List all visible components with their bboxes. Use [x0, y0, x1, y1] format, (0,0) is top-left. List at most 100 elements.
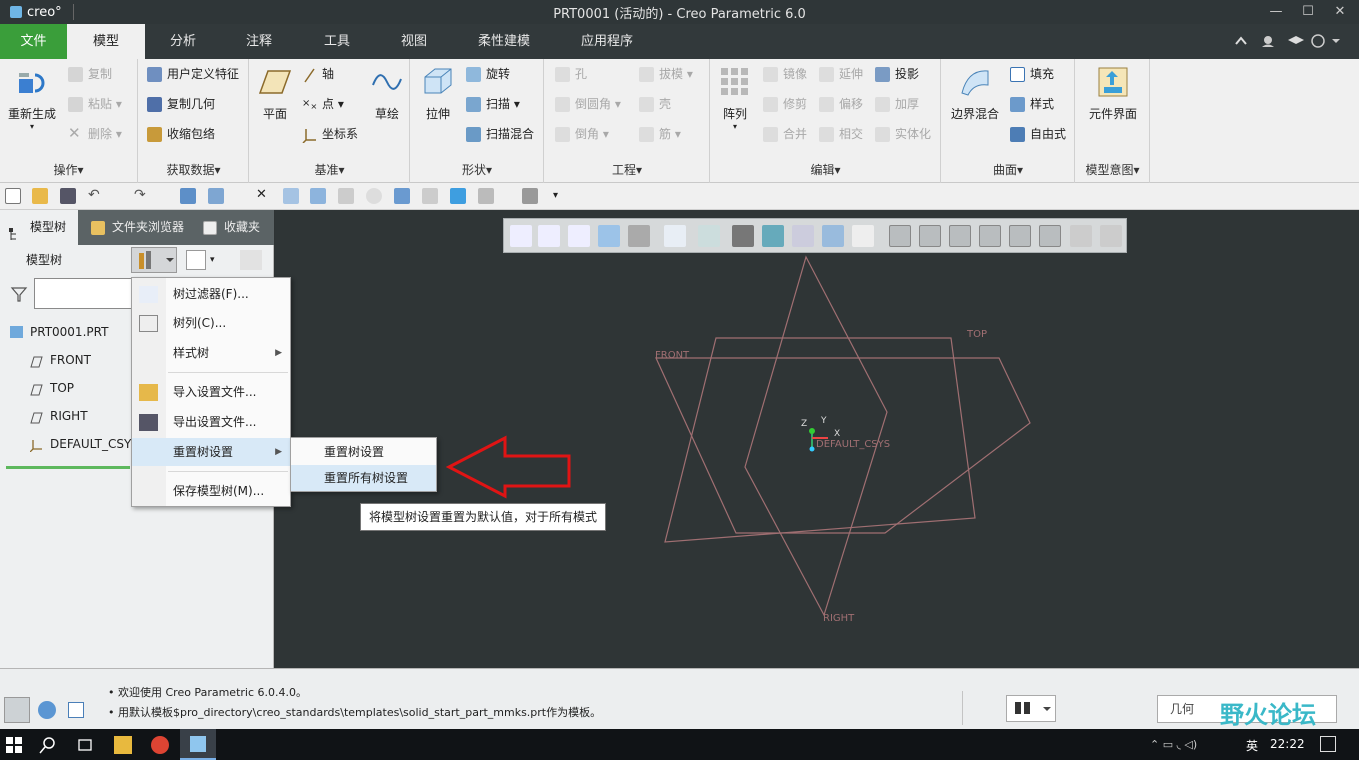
display-icon[interactable] [422, 188, 438, 204]
tree-item-part[interactable]: PRT0001.PRT [10, 322, 108, 342]
section-icon[interactable] [366, 188, 382, 204]
task-view-icon[interactable] [76, 736, 94, 754]
graphics-area[interactable]: FRONT TOP RIGHT DEFAULT_CSYS Z Y X [275, 210, 1359, 668]
zoom-in-icon[interactable] [538, 225, 560, 247]
saved-orientations-icon[interactable] [664, 225, 686, 247]
fill-button[interactable]: 填充 [1010, 62, 1054, 86]
spin-center-display-icon[interactable] [1009, 225, 1031, 247]
revolve-button[interactable]: 旋转 [466, 62, 510, 86]
open-icon[interactable] [32, 188, 48, 204]
delete-button[interactable]: ✕ 删除 ▾ [68, 122, 122, 146]
group-label-engineering[interactable]: 工程▾ [545, 161, 709, 178]
navigator-toggle-icon[interactable] [4, 697, 30, 723]
display-style-icon[interactable] [628, 225, 650, 247]
copy-button[interactable]: 复制 [68, 62, 112, 86]
browser-toggle-icon[interactable] [38, 701, 56, 719]
group-label-shape[interactable]: 形状▾ [411, 161, 543, 178]
point-display-icon[interactable] [852, 225, 874, 247]
menu-tree-filter[interactable]: 树过滤器(F)... [132, 280, 290, 308]
offset-button[interactable]: 偏移 [819, 92, 863, 116]
menu-reset-tree-settings[interactable]: 重置树设置 ▶ [132, 438, 290, 466]
round-button[interactable]: 倒圆角 ▾ [555, 92, 621, 116]
shading-icon[interactable] [450, 188, 466, 204]
swept-blend-button[interactable]: 扫描混合 [466, 122, 534, 146]
extend-button[interactable]: 延伸 [819, 62, 863, 86]
perspective-icon[interactable] [732, 225, 754, 247]
extrude-button[interactable]: 拉伸 [419, 65, 457, 122]
search-icon[interactable] [39, 736, 57, 754]
paste-button[interactable]: 粘贴 ▾ [68, 92, 122, 116]
tree-settings-button[interactable] [131, 247, 177, 273]
file-explorer-icon[interactable] [114, 736, 132, 754]
show-dropdown-icon[interactable]: ▾ [210, 255, 215, 265]
axis-button[interactable]: 轴 [302, 62, 334, 86]
group-label-editing[interactable]: 编辑▾ [711, 161, 940, 178]
mirror-button[interactable]: 镜像 [763, 62, 807, 86]
filter-icon[interactable] [10, 285, 28, 303]
minimize-button[interactable]: — [1261, 2, 1291, 22]
menu-style-tree[interactable]: 样式树 ▶ [132, 339, 290, 367]
simplified-rep-icon[interactable] [1070, 225, 1092, 247]
copy-geometry-button[interactable]: 复制几何 [147, 92, 215, 116]
boundary-blend-button[interactable]: 边界混合 [946, 65, 1004, 122]
maximize-button[interactable]: ☐ [1293, 2, 1323, 22]
menu-import-settings[interactable]: 导入设置文件... [132, 378, 290, 406]
tree-search-input[interactable] [34, 278, 132, 309]
draft-button[interactable]: 拔模 ▾ [639, 62, 693, 86]
submenu-reset-all-tree-settings[interactable]: 重置所有树设置 [291, 465, 436, 491]
point-tag-display-icon[interactable] [949, 225, 971, 247]
tab-model-tree[interactable]: 模型树 [0, 210, 78, 245]
chrome-icon[interactable] [151, 736, 169, 754]
group-label-get-data[interactable]: 获取数据▾ [139, 161, 248, 178]
sketch-button[interactable]: 草绘 [370, 65, 404, 122]
datum-icon[interactable] [310, 188, 326, 204]
section-view-icon[interactable] [822, 225, 844, 247]
sweep-button[interactable]: 扫描 ▾ [466, 92, 520, 116]
tab-view[interactable]: 视图 [381, 24, 447, 59]
tree-item-front[interactable]: FRONT [30, 350, 91, 370]
measure-icon[interactable] [338, 188, 354, 204]
hole-button[interactable]: 孔 [555, 62, 587, 86]
clock[interactable]: 22:22 [1270, 737, 1305, 751]
tab-file[interactable]: 文件 [0, 24, 67, 59]
show-icon[interactable] [186, 250, 206, 270]
tab-folder-browser[interactable]: 文件夹浏览器 [82, 210, 186, 245]
udf-button[interactable]: 用户定义特征 [147, 62, 239, 86]
ribbon-right-icons[interactable] [1232, 33, 1342, 49]
settings-grid-icon[interactable] [240, 250, 262, 270]
find-button[interactable] [1006, 695, 1056, 722]
layers-icon[interactable] [522, 188, 538, 204]
tab-analysis[interactable]: 分析 [150, 24, 216, 59]
tab-flexible-modeling[interactable]: 柔性建模 [465, 24, 543, 59]
plane-display-icon[interactable] [889, 225, 911, 247]
save-icon[interactable] [60, 188, 76, 204]
group-label-surfaces[interactable]: 曲面▾ [942, 161, 1074, 178]
project-button[interactable]: 投影 [875, 62, 919, 86]
refit-icon[interactable] [510, 225, 532, 247]
tab-favorites[interactable]: 收藏夹 [194, 210, 272, 245]
customize-dropdown-icon[interactable]: ▾ [553, 188, 569, 204]
submenu-reset-tree-settings[interactable]: 重置树设置 [291, 439, 436, 465]
intersect-button[interactable]: 相交 [819, 122, 863, 146]
point-button[interactable]: ×× 点 ▾ [302, 92, 344, 116]
tab-tools[interactable]: 工具 [304, 24, 370, 59]
style-button[interactable]: 样式 [1010, 92, 1054, 116]
creo-taskbar-button[interactable] [180, 729, 216, 760]
component-interface-button[interactable]: 元件界面 [1082, 65, 1144, 122]
shell-button[interactable]: 壳 [639, 92, 671, 116]
spin-center-icon[interactable] [762, 225, 784, 247]
redo-icon[interactable]: ↷ [134, 188, 150, 204]
merge-button[interactable]: 合并 [763, 122, 807, 146]
freestyle-button[interactable]: 自由式 [1010, 122, 1066, 146]
group-label-model-intent[interactable]: 模型意图▾ [1076, 161, 1149, 178]
close-window-icon[interactable]: ✕ [256, 188, 272, 204]
selection-filter-icon[interactable] [1100, 225, 1122, 247]
annotation-display-icon[interactable] [792, 225, 814, 247]
rib-button[interactable]: 筋 ▾ [639, 122, 681, 146]
group-label-operations[interactable]: 操作▾ [0, 161, 137, 178]
curve-icon[interactable] [394, 188, 410, 204]
thicken-button[interactable]: 加厚 [875, 92, 919, 116]
tree-item-right[interactable]: RIGHT [30, 406, 88, 426]
tab-annotate[interactable]: 注释 [226, 24, 292, 59]
sketch-view-icon[interactable] [283, 188, 299, 204]
